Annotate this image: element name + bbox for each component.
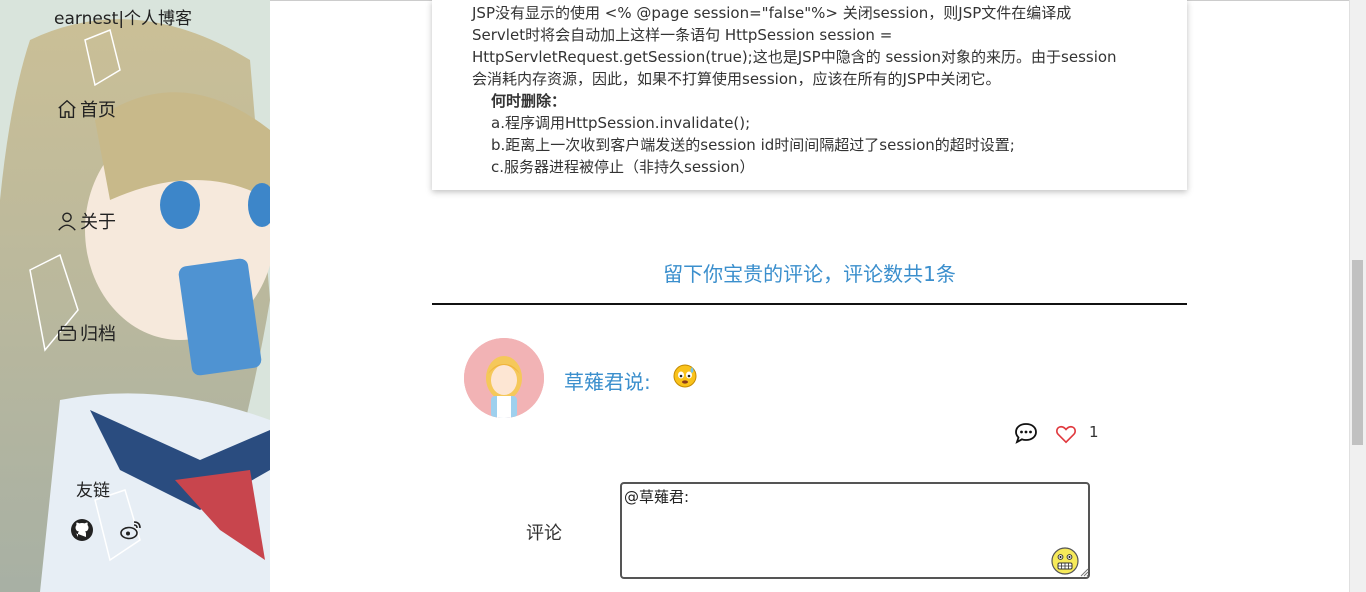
comment-author[interactable]: 草薙君说: [564, 366, 651, 395]
article-list-item: a.程序调用HttpSession.invalidate(); [491, 114, 751, 132]
comment-input[interactable] [620, 482, 1090, 579]
archive-icon [58, 325, 76, 342]
avatar [464, 338, 544, 418]
article-body: JSP没有显示的使用 <% @page session="false"%> 关闭… [432, 0, 1187, 178]
article-list-item: c.服务器进程被停止（非持久session） [491, 158, 755, 176]
nav-item-archive[interactable]: 归档 [56, 320, 116, 346]
like-count: 1 [1089, 423, 1099, 441]
article-line: 会消耗内存资源，因此，如果不打算使用session，应该在所有的JSP中关闭它。 [472, 70, 1001, 88]
nav-item-label: 首页 [80, 100, 116, 121]
article-list-item: b.距离上一次收到客户端发送的session id时间间隔超过了session的… [491, 136, 1015, 154]
emoji-picker-icon[interactable] [1050, 546, 1080, 576]
links-label: 友链 [76, 481, 110, 501]
sweat-emoji-icon [673, 364, 697, 388]
sidebar: earnest|个人博客 首页 关于 归档 友链 [0, 0, 270, 592]
nav-item-label: 关于 [80, 212, 116, 233]
article-line: JSP没有显示的使用 <% @page session="false"%> 关闭… [472, 4, 1072, 22]
home-icon [58, 99, 76, 118]
github-icon[interactable] [70, 518, 94, 542]
page-scrollbar[interactable] [1349, 0, 1366, 592]
user-icon [58, 212, 76, 231]
chat-bubble-icon[interactable] [1014, 422, 1038, 444]
scrollbar-thumb[interactable] [1352, 260, 1363, 445]
nav-item-home[interactable]: 首页 [56, 96, 116, 122]
comment-form-label: 评论 [526, 523, 562, 544]
comments-divider [432, 303, 1187, 305]
article-card: JSP没有显示的使用 <% @page session="false"%> 关闭… [432, 0, 1187, 190]
nav-item-about[interactable]: 关于 [56, 208, 116, 234]
sidebar-background-illustration [0, 0, 270, 592]
heart-icon[interactable] [1055, 424, 1077, 444]
resize-handle[interactable] [1079, 567, 1089, 577]
article-line: Servlet时将会自动加上这样一条语句 HttpSession session… [472, 26, 893, 44]
weibo-icon[interactable] [119, 518, 143, 542]
section-heading: 何时删除： [491, 92, 567, 110]
avatar-image [464, 338, 544, 418]
nav-item-label: 归档 [80, 324, 116, 345]
comments-title: 留下你宝贵的评论，评论数共1条 [663, 262, 956, 286]
article-line: HttpServletRequest.getSession(true);这也是J… [472, 48, 1117, 66]
site-title[interactable]: earnest|个人博客 [54, 4, 192, 29]
